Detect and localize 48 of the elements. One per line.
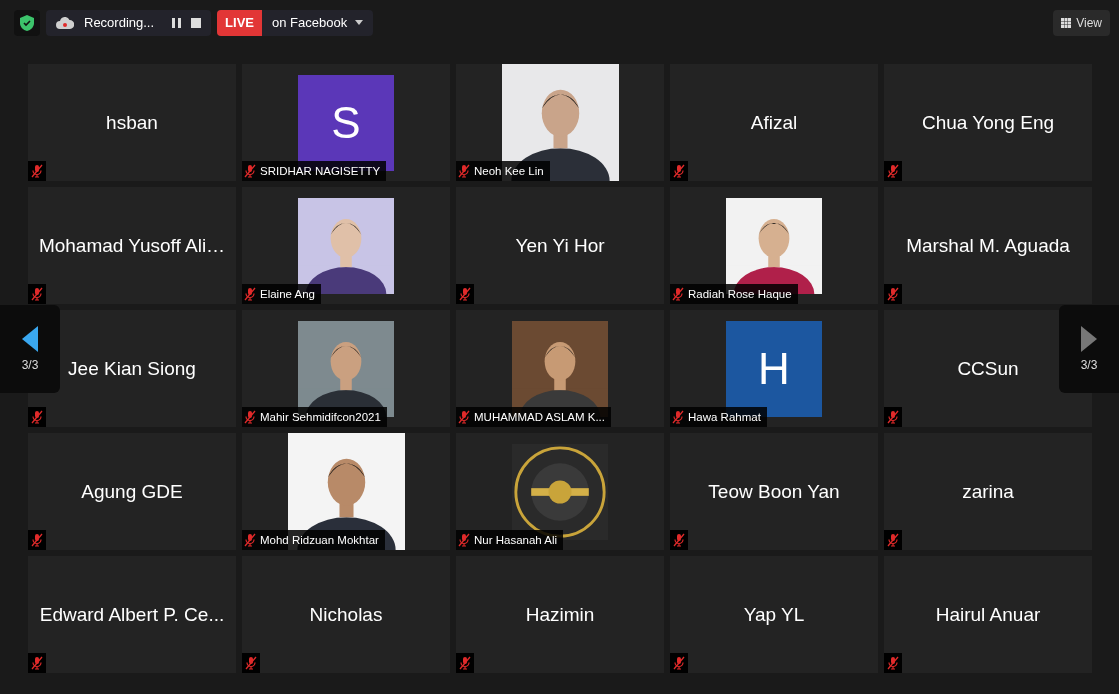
participant-name: Marshal M. Aguada [906, 234, 1070, 257]
participant-name: Jee Kian Siong [68, 357, 196, 380]
participant-name: Edward Albert P. Ce... [39, 603, 225, 626]
view-button[interactable]: View [1053, 9, 1110, 36]
participant-name: CCSun [957, 357, 1019, 380]
cloud-recording-icon [56, 16, 74, 29]
grid-icon [1061, 17, 1072, 28]
muted-mic-icon [458, 410, 470, 424]
participant-name: Yap YL [743, 603, 805, 626]
participant-name: zarina [962, 480, 1014, 503]
muted-mic-icon [244, 410, 256, 424]
participant-name: Afizal [750, 111, 798, 134]
participant-name: Nicholas [309, 603, 383, 626]
participant-name: Agung GDE [81, 480, 183, 503]
live-stream-label: on Facebook [272, 15, 348, 30]
pause-icon[interactable] [172, 17, 182, 28]
name-label: Hawa Rahmat [670, 407, 767, 427]
name-label: MUHAMMAD ASLAM K... [456, 407, 611, 427]
previous-page-button[interactable]: 3/3 [0, 305, 60, 393]
caret-icon [355, 20, 364, 25]
muted-mic-icon [244, 533, 256, 547]
name-label: Elaine Ang [242, 284, 321, 304]
muted-mic-icon [672, 287, 684, 301]
name-label: Neoh Kee Lin [456, 161, 550, 181]
security-shield-icon[interactable] [14, 9, 40, 36]
participant-name: Hazimin [525, 603, 595, 626]
muted-mic-icon [244, 287, 256, 301]
name-label: Mohd Ridzuan Mokhtar [242, 530, 385, 550]
muted-mic-icon [458, 164, 470, 178]
recording-status: Recording... [84, 15, 155, 30]
muted-mic-icon [672, 410, 684, 424]
live-stream-button[interactable]: LIVE on Facebook [217, 9, 374, 36]
participant-name: Mohamad Yusoff Ali… [38, 234, 226, 257]
name-label: Nur Hasanah Ali [456, 530, 564, 550]
name-label: Radiah Rose Haque [670, 284, 798, 304]
muted-mic-icon [458, 533, 470, 547]
name-label: SRIDHAR NAGISETTY [242, 161, 387, 181]
left-arrow-icon [22, 326, 38, 352]
participant-name: Chua Yong Eng [921, 111, 1055, 134]
participant-name: hsban [106, 111, 158, 134]
muted-mic-icon [244, 164, 256, 178]
stop-icon[interactable] [191, 17, 202, 28]
right-arrow-icon [1081, 326, 1097, 352]
participant-name: Hairul Anuar [935, 603, 1041, 626]
participant-name: Yen Yi Hor [515, 234, 605, 257]
name-label: Mahir Sehmidifcon2021 [242, 407, 387, 427]
participant-name: Teow Boon Yan [708, 480, 840, 503]
live-badge: LIVE [217, 9, 262, 36]
